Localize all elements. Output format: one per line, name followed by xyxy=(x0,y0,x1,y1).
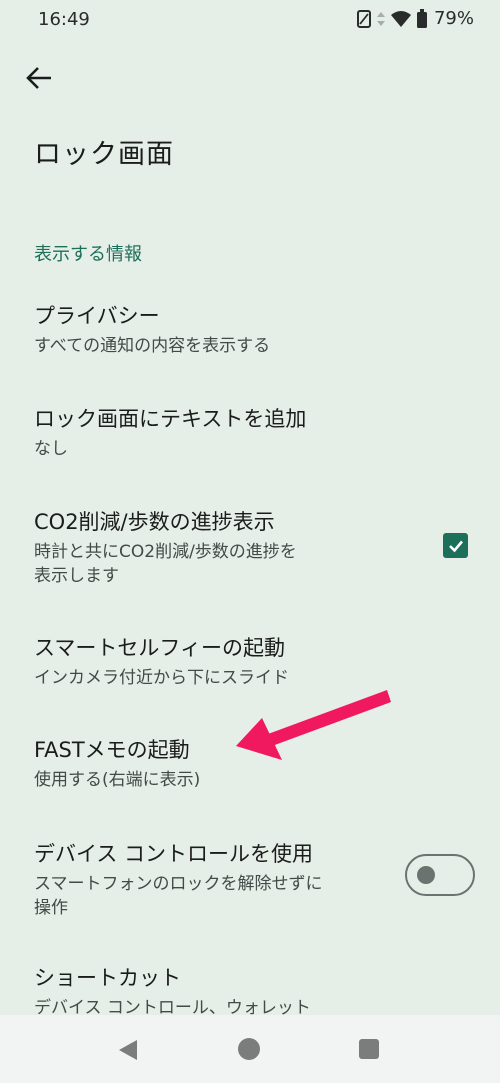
pref-title: ショートカット xyxy=(34,966,181,990)
vibrate-icon xyxy=(356,9,371,28)
page-title: ロック画面 xyxy=(34,139,174,170)
nav-recents-icon[interactable] xyxy=(359,1039,379,1059)
data-transfer-icon xyxy=(376,11,385,26)
nav-back-icon[interactable] xyxy=(117,1038,139,1062)
status-time: 16:49 xyxy=(38,9,90,30)
pref-device-controls[interactable]: デバイス コントロールを使用 スマートフォンのロックを解除せずに 操作 xyxy=(0,838,500,924)
pref-summary: 時計と共にCO2削減/歩数の進捗を 表示します xyxy=(34,540,297,588)
pref-summary-line: 表示します xyxy=(34,566,119,586)
nav-bar xyxy=(0,1015,500,1083)
pref-lockscreen-text[interactable]: ロック画面にテキストを追加 なし xyxy=(0,403,500,473)
check-icon xyxy=(448,540,463,552)
pref-summary-line: 操作 xyxy=(34,898,68,918)
pref-summary: すべての通知の内容を表示する xyxy=(34,336,271,356)
pref-co2-progress[interactable]: CO2削減/歩数の進捗表示 時計と共にCO2削減/歩数の進捗を 表示します xyxy=(0,506,500,592)
battery-icon xyxy=(416,8,427,28)
wifi-icon xyxy=(390,10,411,27)
co2-checkbox[interactable] xyxy=(443,533,468,558)
arrow-back-icon xyxy=(26,67,51,89)
pref-privacy[interactable]: プライバシー すべての通知の内容を表示する xyxy=(0,300,500,370)
back-button[interactable] xyxy=(22,60,58,96)
pref-summary-line: 時計と共にCO2削減/歩数の進捗を xyxy=(34,542,297,562)
battery-percent: 79% xyxy=(433,8,474,29)
pref-title: ロック画面にテキストを追加 xyxy=(34,407,307,431)
toggle-thumb xyxy=(417,866,435,884)
section-header-display-info: 表示する情報 xyxy=(34,244,142,265)
nav-home-icon[interactable] xyxy=(238,1038,260,1060)
device-controls-toggle[interactable] xyxy=(405,854,475,896)
pref-summary: スマートフォンのロックを解除せずに 操作 xyxy=(34,872,323,920)
pref-title: スマートセルフィーの起動 xyxy=(34,636,285,660)
pref-fast-memo[interactable]: FASTメモの起動 使用する(右端に表示) xyxy=(0,734,500,804)
pref-summary-line: スマートフォンのロックを解除せずに xyxy=(34,874,323,894)
pref-summary: インカメラ付近から下にスライド xyxy=(34,668,289,688)
status-icons: 79% xyxy=(356,8,474,29)
pref-smart-selfie[interactable]: スマートセルフィーの起動 インカメラ付近から下にスライド xyxy=(0,632,500,702)
pref-title: CO2削減/歩数の進捗表示 xyxy=(34,510,275,534)
status-bar: 16:49 79% xyxy=(0,0,500,40)
pref-title: FASTメモの起動 xyxy=(34,738,190,762)
pref-title: プライバシー xyxy=(34,304,160,328)
pref-title: デバイス コントロールを使用 xyxy=(34,842,314,866)
pref-summary: なし xyxy=(34,439,68,459)
pref-summary: 使用する(右端に表示) xyxy=(34,770,201,790)
pref-shortcuts[interactable]: ショートカット デバイス コントロール、ウォレット xyxy=(0,962,500,1022)
